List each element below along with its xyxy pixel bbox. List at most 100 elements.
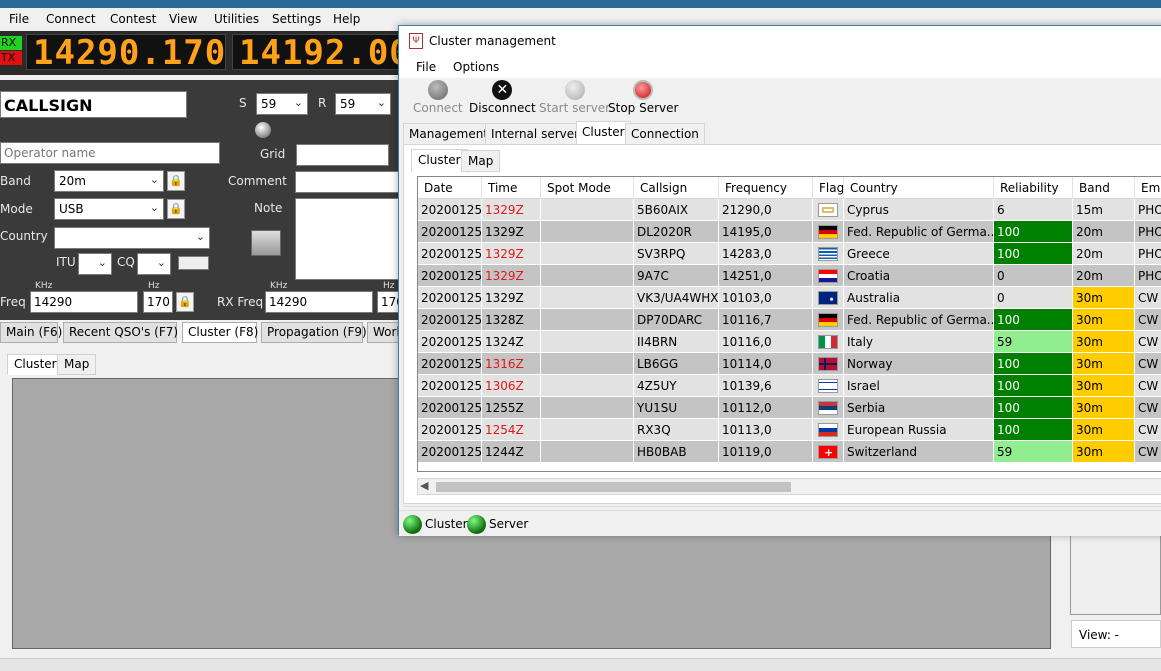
table-row[interactable]: 20200125 1328Z DP70DARC 10116,7 Fed. Republi… (418, 309, 1161, 331)
start-server-button[interactable]: Start server (539, 80, 610, 115)
comment-input[interactable] (295, 171, 400, 193)
cell-band: 20m (1073, 265, 1135, 287)
subtab-map[interactable]: Map (57, 354, 97, 375)
column-header-reliability[interactable]: Reliability (994, 177, 1073, 199)
freq-hz-input[interactable]: 170 (143, 291, 173, 313)
cell-band: 20m (1073, 243, 1135, 265)
connect-button[interactable]: Connect (413, 80, 463, 115)
country-label: Country (0, 229, 48, 243)
cell-rel: 100 (994, 309, 1073, 331)
flag-cell (813, 419, 844, 441)
inner-tab-map[interactable]: Map (461, 150, 501, 172)
inner-tab-cluster[interactable]: Cluster (411, 149, 468, 173)
tab-recent-qsos[interactable]: Recent QSO's (F7) (63, 322, 178, 343)
table-row[interactable]: 20200125 1329Z SV3RPQ 14283,0 Greece 100 20m PH… (418, 243, 1161, 265)
itu-select[interactable]: ⌄ (78, 253, 112, 275)
operator-name-input[interactable]: Operator name (0, 142, 220, 164)
menu-connect[interactable]: Connect (46, 12, 96, 26)
menu-file[interactable]: File (9, 12, 29, 26)
grid-input[interactable] (296, 144, 389, 166)
tab-work[interactable]: Work (367, 322, 400, 343)
table-row[interactable]: 20200125 1324Z II4BRN 10116,0 Italy 59 30m CW (418, 331, 1161, 353)
band-select[interactable]: 20m ⌄ (54, 170, 164, 192)
band-lock-icon[interactable]: 🔒 (167, 171, 185, 191)
tab-internal-server[interactable]: Internal server (485, 123, 586, 145)
column-header-time[interactable]: Time (482, 177, 541, 199)
table-row[interactable]: 202001251329Z 5B60AIX21290,0 Cyprus615mPHO… (418, 199, 1161, 221)
freq-lock-icon[interactable]: 🔒 (176, 292, 194, 312)
s-report-select[interactable]: 59 ⌄ (256, 93, 308, 115)
column-header-callsign[interactable]: Callsign (634, 177, 719, 199)
tab-cluster[interactable]: Cluster (F8) (182, 322, 258, 343)
cell-time: 1329Z (482, 221, 541, 243)
subtab-cluster[interactable]: Cluster (7, 354, 64, 375)
column-header-emis[interactable]: Emis (1135, 177, 1161, 199)
tab-management[interactable]: Management (403, 123, 495, 145)
cell-country: Serbia (844, 397, 994, 419)
menu-settings[interactable]: Settings (272, 12, 321, 26)
menu-view[interactable]: View (169, 12, 197, 26)
callsign-input[interactable]: CALLSIGN (0, 91, 187, 118)
eraser-icon[interactable] (251, 230, 281, 256)
note-textarea[interactable] (295, 198, 400, 280)
column-header-band[interactable]: Band (1073, 177, 1135, 199)
table-row[interactable]: 20200125 1255Z YU1SU 10112,0 Serbia 100 30m CW (418, 397, 1161, 419)
cell-mode (541, 441, 634, 463)
rxfreq-hz-unit: Hz (383, 281, 395, 291)
tab-dialog-cluster[interactable]: Cluster (576, 121, 631, 145)
scroll-left-icon[interactable]: ◀ (420, 479, 428, 492)
dialog-title-bar[interactable]: Ψ Cluster management (399, 26, 1161, 56)
column-header-frequency[interactable]: Frequency (719, 177, 813, 199)
dialog-menu-file[interactable]: File (416, 60, 436, 74)
country-select[interactable]: ⌄ (54, 227, 210, 249)
cell-mode (541, 309, 634, 331)
cell-rel: 100 (994, 353, 1073, 375)
rxfreq-hz-input[interactable]: 170 (377, 291, 400, 313)
menu-utilities[interactable]: Utilities (214, 12, 259, 26)
table-row[interactable]: 20200125 1254Z RX3Q 10113,0 European Russia 1… (418, 419, 1161, 441)
r-report-value: 59 (340, 97, 356, 111)
r-label: R (318, 96, 327, 110)
rxfreq-khz-input[interactable]: 14290 (265, 291, 373, 313)
band-value: 20m (59, 174, 86, 188)
mode-select[interactable]: USB ⌄ (54, 198, 164, 220)
start-server-label: Start server (539, 101, 611, 115)
grid-label: Grid (260, 147, 286, 161)
dialog-menu-options[interactable]: Options (453, 60, 499, 74)
column-header-country[interactable]: Country (844, 177, 994, 199)
r-report-select[interactable]: 59 ⌄ (335, 93, 391, 115)
column-header-flag[interactable]: Flag (813, 177, 844, 199)
tab-main[interactable]: Main (F6) (0, 322, 62, 343)
tx-indicator: TX (0, 51, 22, 65)
menu-help[interactable]: Help (333, 12, 360, 26)
cell-freq: 10112,0 (719, 397, 813, 419)
cell-rel: 59 (994, 441, 1073, 463)
freq-khz-input[interactable]: 14290 (30, 291, 138, 313)
tab-propagation[interactable]: Propagation (F9) (261, 322, 367, 343)
table-row[interactable]: 202001251329Z 9A7C14251,0 Croatia020mPHON (418, 265, 1161, 287)
tab-connection[interactable]: Connection (625, 123, 705, 145)
table-row[interactable]: 20200125 1244Z HB0BAB 10119,0 + Switzerland 59… (418, 441, 1161, 463)
cell-freq: 10139,6 (719, 375, 813, 397)
cell-rel: 100 (994, 243, 1073, 265)
cell-rel: 100 (994, 397, 1073, 419)
cell-rel: 6 (994, 199, 1073, 221)
table-row[interactable]: 20200125 1306Z 4Z5UY 10139,6 Israel 100 30m CW (418, 375, 1161, 397)
cell-band: 30m (1073, 309, 1135, 331)
table-row[interactable]: 20200125 1329Z VK3/UA4WHX 10103,0 Australia 0… (418, 287, 1161, 309)
table-row[interactable]: 20200125 1329Z DL2020R 14195,0 Fed. Republic… (418, 221, 1161, 243)
spots-horizontal-scrollbar[interactable]: ◀ (417, 478, 1161, 495)
table-row[interactable]: 20200125 1316Z LB6GG 10114,0 Norway 100 30m CW (418, 353, 1161, 375)
disconnect-button[interactable]: ✕ Disconnect (469, 80, 536, 115)
cq-select[interactable]: ⌄ (137, 253, 171, 275)
cell-rel: 0 (994, 265, 1073, 287)
flag-cell (813, 265, 844, 287)
cell-mode (541, 419, 634, 441)
column-header-spot-mode[interactable]: Spot Mode (541, 177, 634, 199)
cell-call: 4Z5UY (634, 375, 719, 397)
stop-server-button[interactable]: Stop Server (608, 80, 678, 115)
column-header-date[interactable]: Date (418, 177, 482, 199)
mode-lock-icon[interactable]: 🔒 (167, 199, 185, 219)
menu-contest[interactable]: Contest (110, 12, 156, 26)
scrollbar-thumb[interactable] (436, 482, 791, 492)
